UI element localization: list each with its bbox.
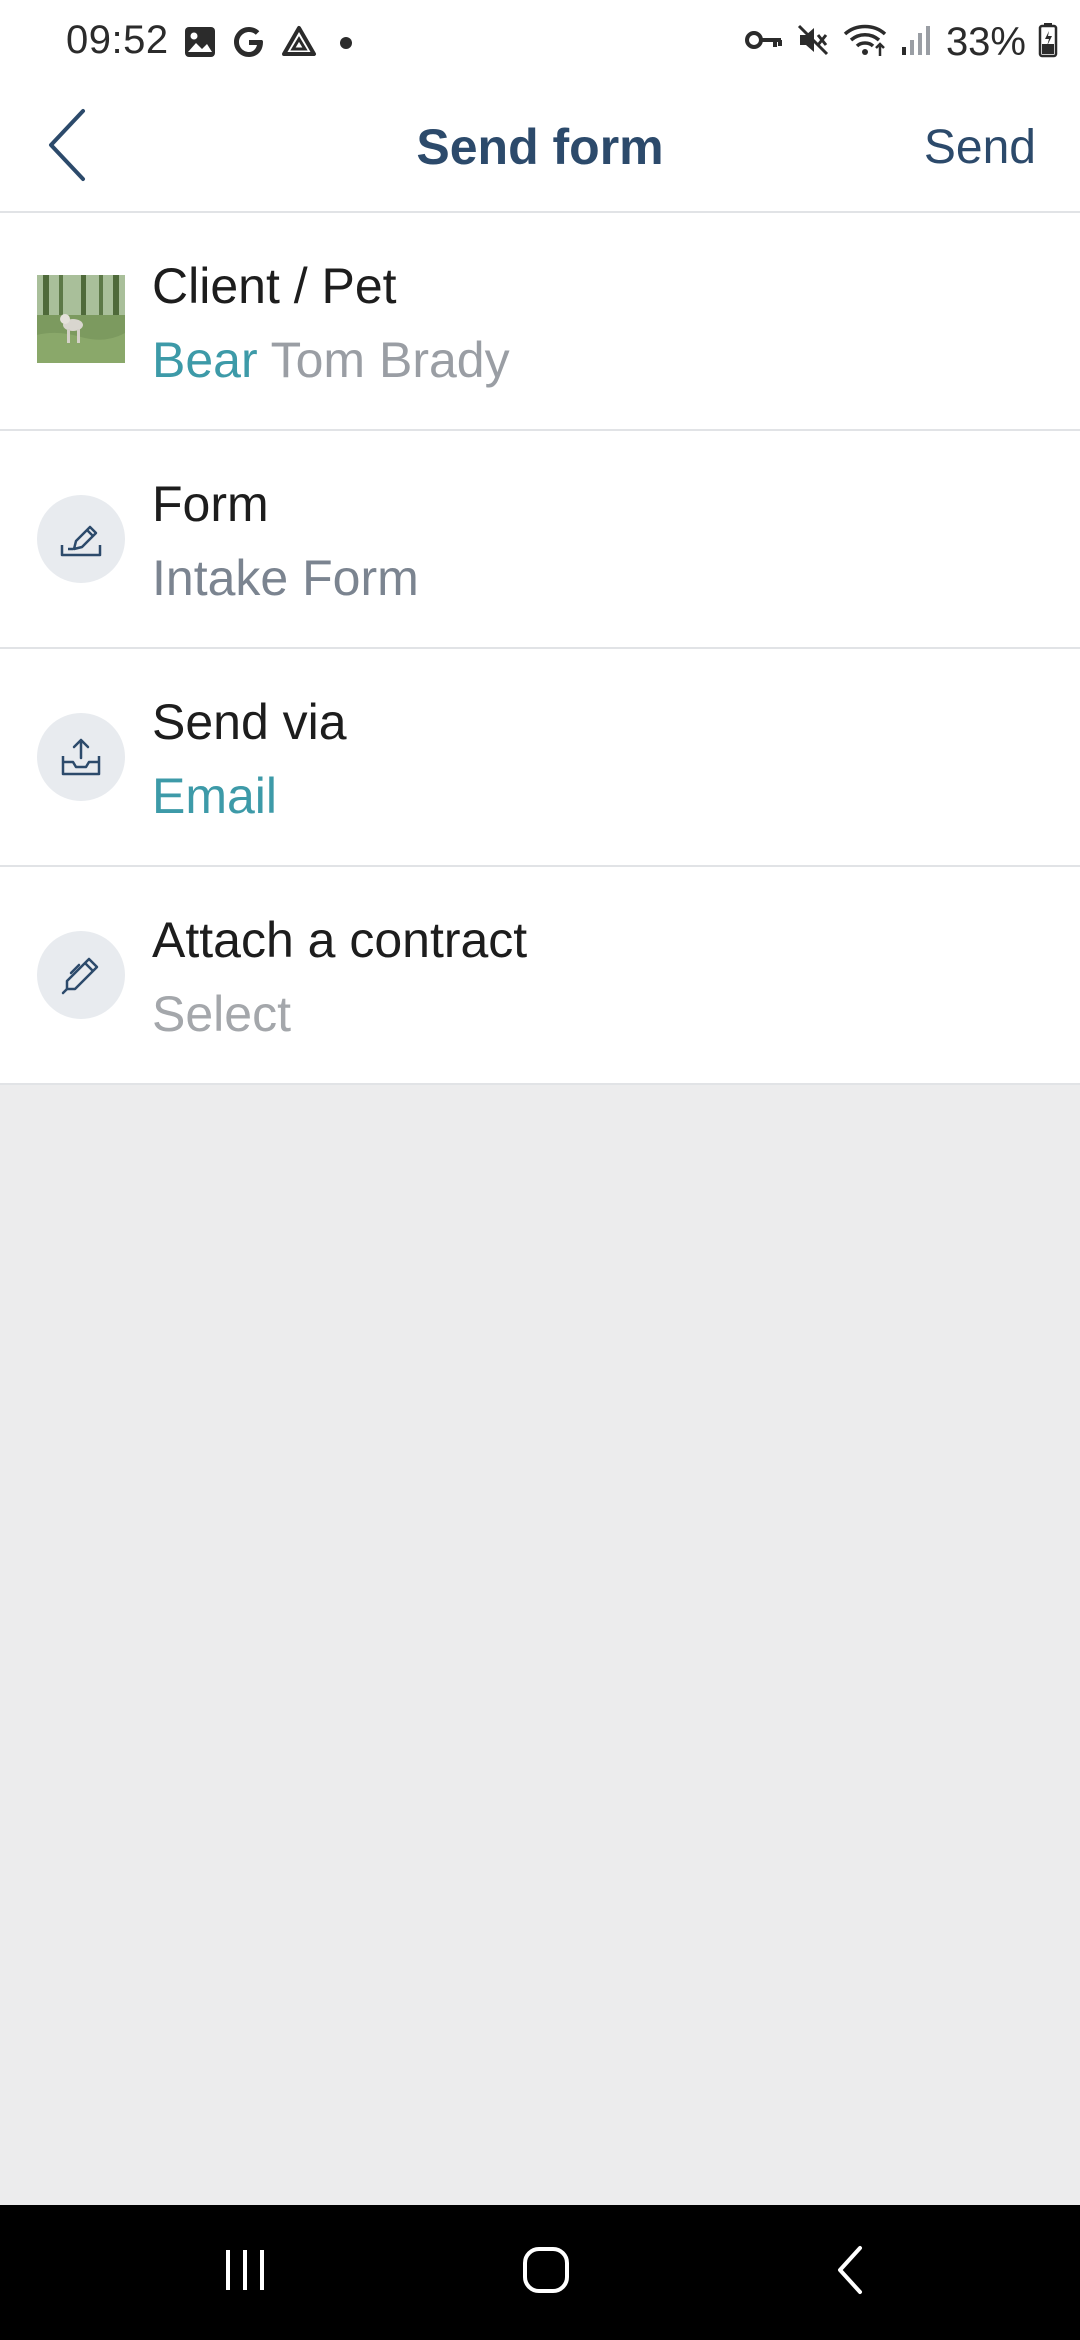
dot-icon (331, 25, 361, 64)
nav-back-button[interactable] (795, 2237, 905, 2307)
signal-icon (900, 23, 934, 62)
drive-icon (281, 25, 317, 64)
form-label: Form (152, 476, 269, 532)
status-system-icons: 33% (744, 18, 1058, 66)
form-value: Intake Form (152, 550, 419, 606)
send-via-value: Email (152, 768, 278, 824)
client-pet-row[interactable]: Client / Pet Bear Tom Brady (0, 213, 1080, 431)
send-via-label: Send via (152, 694, 347, 750)
recent-apps-icon (220, 2247, 270, 2298)
home-icon (521, 2245, 571, 2300)
pet-photo (37, 275, 125, 363)
recent-apps-button[interactable] (190, 2237, 300, 2307)
key-icon (744, 25, 784, 60)
send-form-screen: 09:52 33% Send form Send Client / Pet Be… (0, 0, 1080, 2340)
status-bar: 09:52 33% (0, 0, 1080, 84)
client-pet-label: Client / Pet (152, 258, 397, 314)
form-options-list: Client / Pet Bear Tom Brady Form Intake … (0, 213, 1080, 1085)
attach-contract-value: Select (152, 986, 291, 1042)
system-nav-bar (0, 2205, 1080, 2340)
battery-icon (1038, 22, 1058, 63)
google-icon (231, 24, 267, 65)
mute-icon (796, 23, 830, 62)
outbox-icon (37, 713, 125, 801)
status-notification-icons (183, 24, 361, 64)
back-icon (830, 2244, 870, 2301)
attach-contract-label: Attach a contract (152, 912, 528, 968)
app-header: Send form Send (0, 84, 1080, 213)
pen-icon (37, 931, 125, 1019)
wifi-icon (842, 22, 888, 63)
attach-contract-row[interactable]: Attach a contract Select (0, 867, 1080, 1085)
send-via-row[interactable]: Send via Email (0, 649, 1080, 867)
client-pet-value: Bear Tom Brady (152, 331, 510, 389)
pet-name: Bear (152, 332, 258, 388)
status-time: 09:52 (66, 18, 169, 62)
home-button[interactable] (491, 2237, 601, 2307)
edit-form-icon (37, 495, 125, 583)
page-title: Send form (416, 119, 664, 175)
send-button[interactable]: Send (924, 120, 1036, 175)
form-row[interactable]: Form Intake Form (0, 431, 1080, 649)
client-name: Tom Brady (270, 332, 510, 388)
battery-percent: 33% (945, 19, 1026, 64)
gallery-icon (183, 25, 217, 64)
